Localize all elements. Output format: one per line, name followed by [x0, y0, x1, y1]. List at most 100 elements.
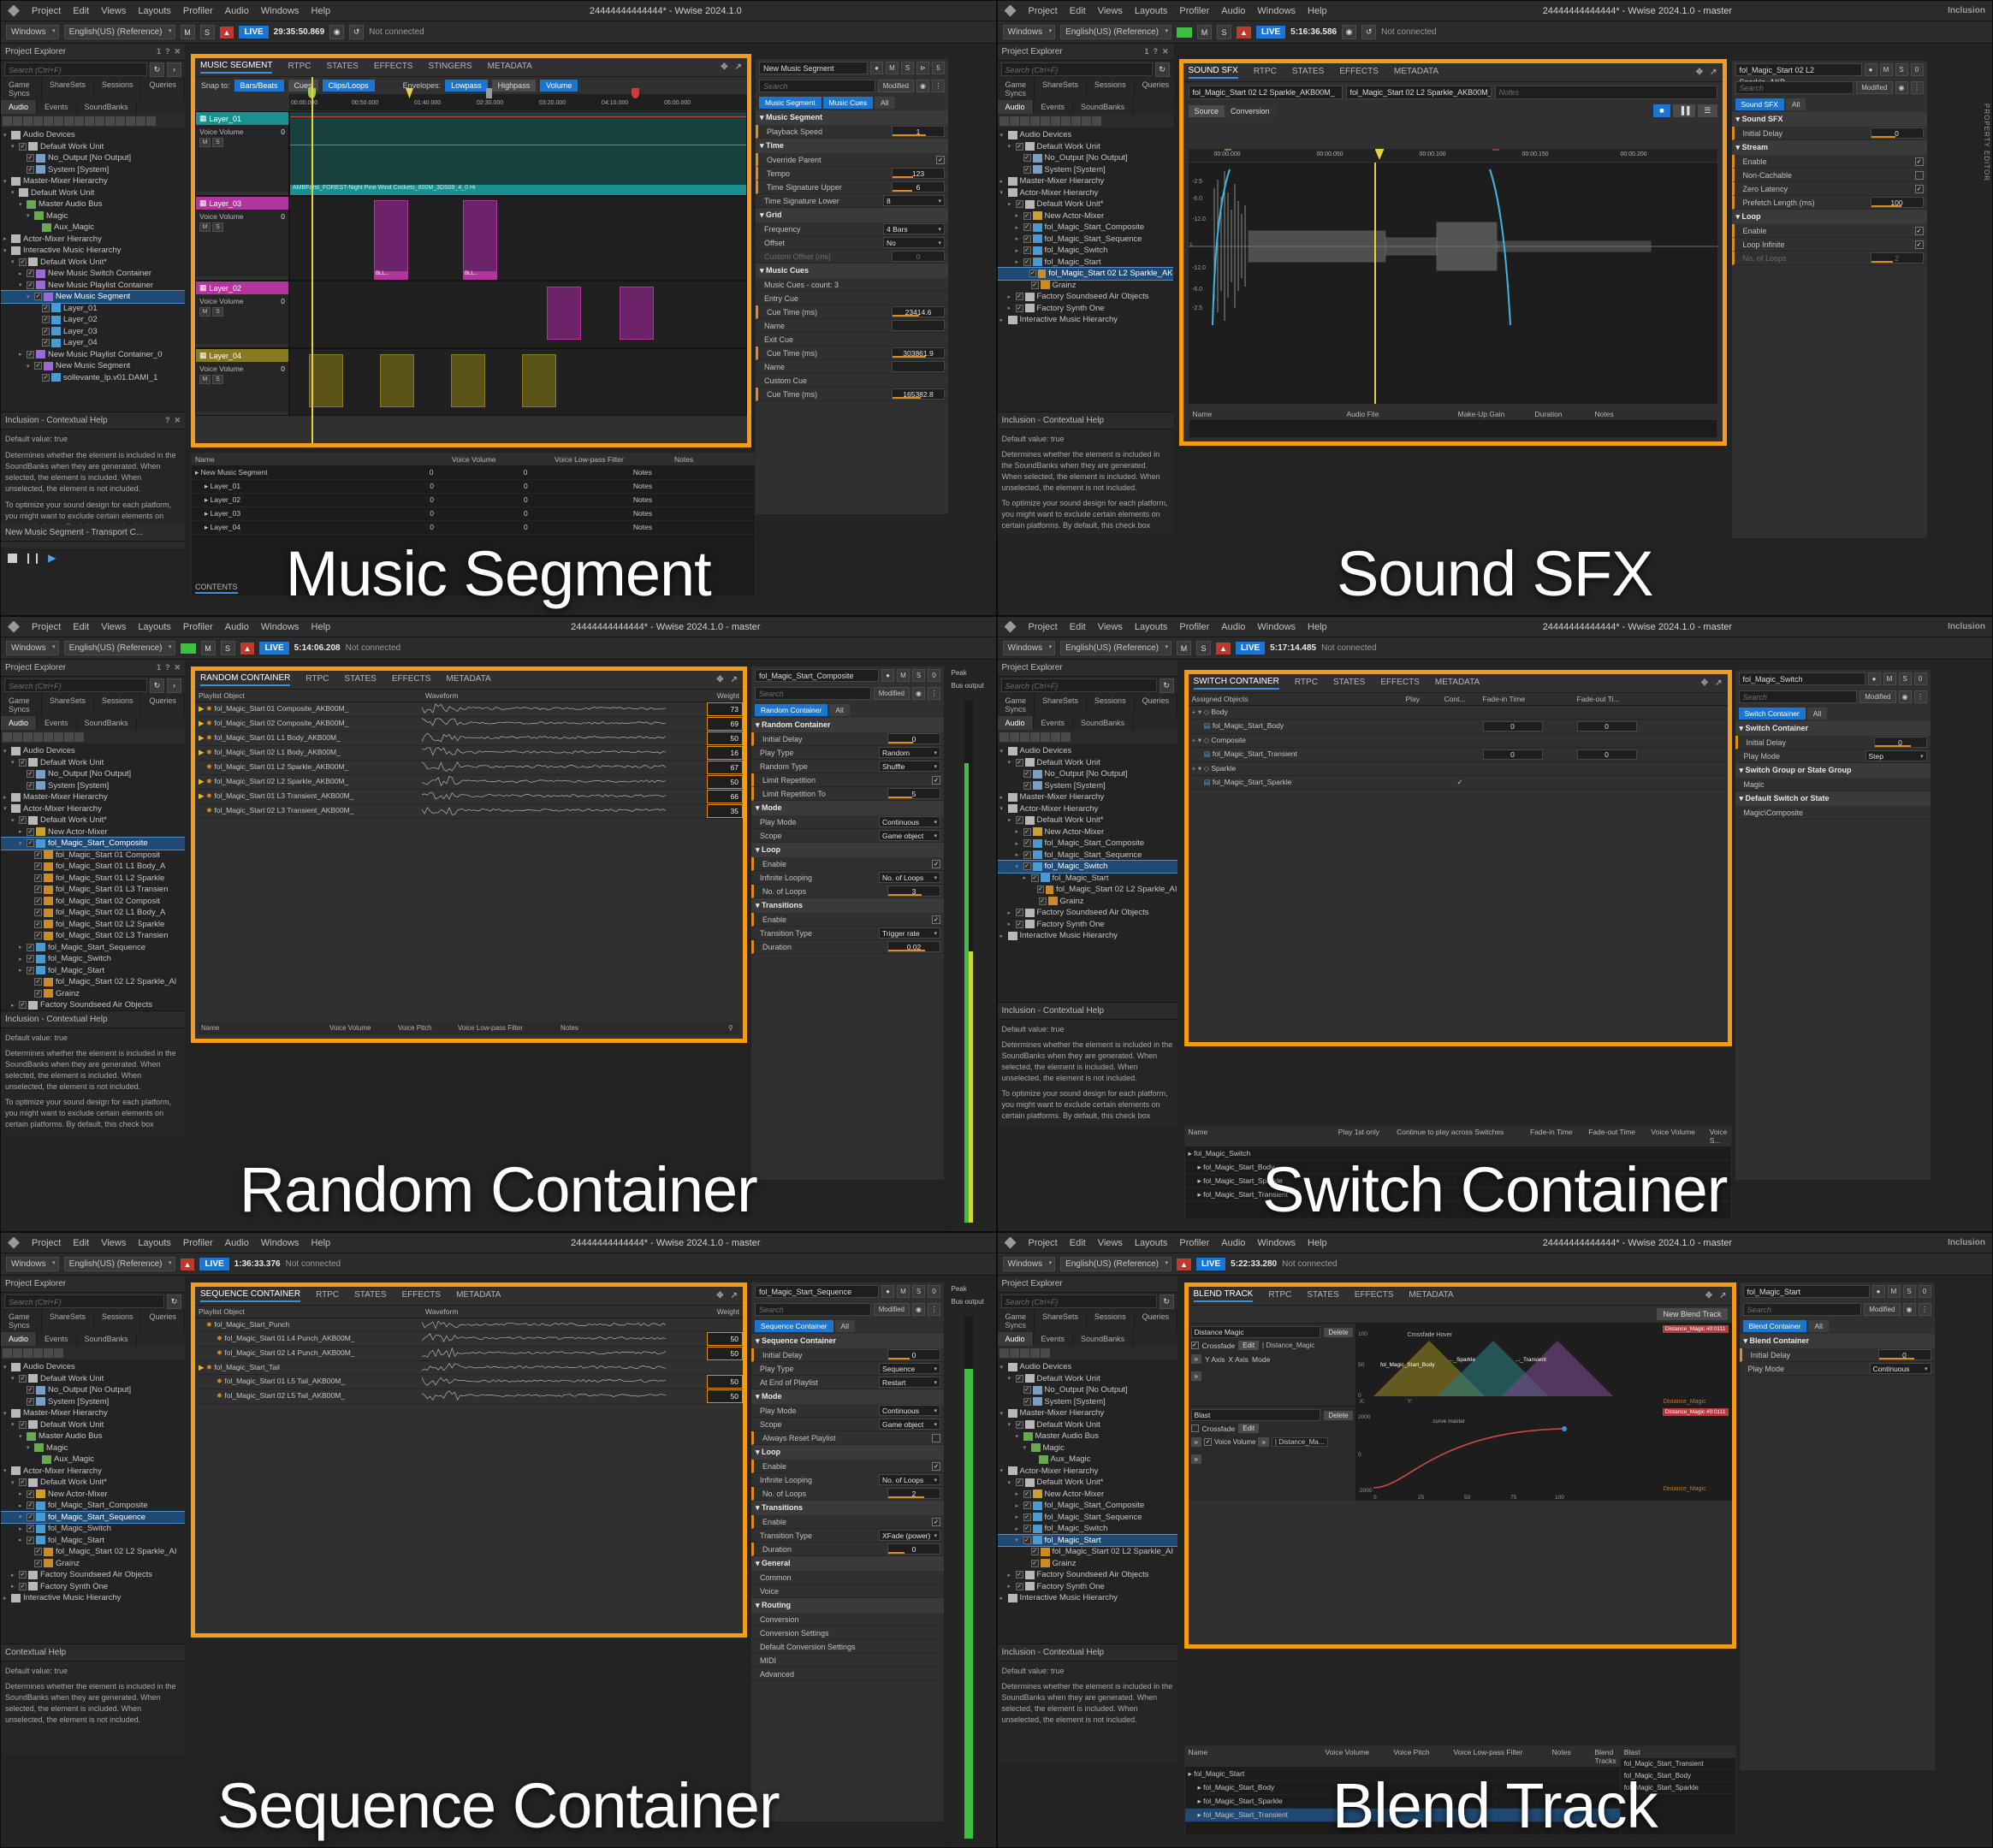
- tab-events[interactable]: Events: [1034, 716, 1074, 730]
- more-options-icon[interactable]: ⋮: [928, 687, 940, 700]
- play-arrow-icon[interactable]: ▶: [199, 777, 206, 785]
- property-slider-fill[interactable]: [893, 356, 926, 358]
- property-value[interactable]: 0: [1878, 1349, 1931, 1360]
- chevron-right-icon[interactable]: ▸: [3, 794, 11, 801]
- chevron-right-icon[interactable]: ▸: [11, 1002, 19, 1009]
- platform-chip-icon[interactable]: ●: [870, 62, 883, 74]
- chevron-right-icon[interactable]: ▸: [1008, 1572, 1016, 1578]
- solo-chip[interactable]: S: [912, 669, 925, 682]
- property-group-default-switch-or-state[interactable]: ▾ Default Switch or State: [1735, 791, 1931, 806]
- inclusion-checkbox[interactable]: ✓: [1023, 1490, 1031, 1498]
- tree-item-interactive-music-hierarchy[interactable]: ▸ Interactive Music Hierarchy: [998, 1592, 1177, 1604]
- sfx-name-field[interactable]: fol_Magic_Start 02 L2 Sparkle_AKB00M_: [1189, 86, 1343, 99]
- search-input[interactable]: Search (Ctrl+F): [1001, 62, 1153, 76]
- platform-selector[interactable]: Windows: [1003, 641, 1056, 655]
- sequencecontainer-icon[interactable]: [44, 1348, 53, 1358]
- menu-help[interactable]: Help: [311, 6, 331, 16]
- property-value[interactable]: 303861.9: [892, 347, 945, 358]
- inclusion-checkbox[interactable]: ✓: [1023, 1386, 1031, 1394]
- tab-audio[interactable]: Audio: [998, 716, 1034, 730]
- inclusion-checkbox[interactable]: ✓: [27, 1490, 34, 1498]
- playlist-weight[interactable]: 50: [707, 775, 743, 789]
- close-icon[interactable]: ✕: [1162, 47, 1169, 56]
- property-value[interactable]: 2: [1871, 252, 1924, 264]
- chevron-right-icon[interactable]: ▸: [1016, 1502, 1023, 1509]
- tree-item-default-work-unit[interactable]: ▾ ✓ Default Work Unit: [1, 1373, 185, 1385]
- blend-track-1-mode[interactable]: Mode: [1252, 1355, 1270, 1364]
- inclusion-checkbox[interactable]: ✓: [34, 1560, 42, 1567]
- chevron-down-icon[interactable]: ▾: [1008, 143, 1016, 150]
- lane-header-4[interactable]: ▦ Layer_04: [196, 349, 288, 362]
- clip-area-4[interactable]: [289, 348, 747, 416]
- tree-item-audio-devices[interactable]: ▾ Audio Devices: [1, 129, 185, 141]
- menu-views[interactable]: Views: [1098, 622, 1123, 632]
- mute-button[interactable]: M: [201, 641, 216, 655]
- tab-effects[interactable]: EFFECTS: [402, 1290, 442, 1301]
- chevron-down-icon[interactable]: ▾: [1016, 863, 1023, 870]
- tree-item-no-output-no-output[interactable]: ✓ No_Output [No Output]: [998, 152, 1173, 164]
- property-group-music-segment[interactable]: ▾ Music Segment: [756, 110, 948, 125]
- more-options-icon[interactable]: ⋮: [1911, 81, 1924, 94]
- inclusion-checkbox[interactable]: ✓: [1023, 1537, 1031, 1544]
- inclusion-checkbox[interactable]: ✓: [34, 990, 42, 998]
- tab-rtpc[interactable]: RTPC: [1268, 1290, 1291, 1301]
- assigned-rows-switch[interactable]: + ▾ ◇ Body ▤ fol_Magic_Start_Body 0 0 + ▾ ◇ …: [1189, 706, 1728, 790]
- table-row[interactable]: ▸ New Music Segment 0 0 Notes: [192, 466, 755, 480]
- chevron-down-icon[interactable]: ▾: [19, 281, 27, 288]
- platform-chip-icon[interactable]: ●: [881, 669, 894, 682]
- clip-area-1[interactable]: AMBForst_FOREST-Night Pine Wind Crickets…: [289, 111, 747, 196]
- menu-audio[interactable]: Audio: [1221, 622, 1245, 632]
- property-group-grid[interactable]: ▾ Grid: [756, 208, 948, 222]
- tree-item-fol-magic-start-02-l1-body-a[interactable]: ✓ fol_Magic_Start 02 L1 Body_A: [1, 907, 185, 919]
- chevron-right-icon[interactable]: ▸: [19, 967, 27, 974]
- chevron-down-icon[interactable]: ▾: [1008, 759, 1016, 766]
- chevron-down-icon[interactable]: ▾: [1008, 1479, 1016, 1486]
- assigned-cont-checkbox[interactable]: [1441, 720, 1480, 733]
- inclusion-checkbox[interactable]: ✓: [42, 305, 50, 312]
- chevron-down-icon[interactable]: ▾: [3, 805, 11, 812]
- mute-button[interactable]: M: [1177, 641, 1191, 655]
- checkbox[interactable]: ✓: [1456, 778, 1462, 787]
- project-tree-sfx[interactable]: ▾ Audio Devices ▾ ✓ Default Work Unit ✓ No_Out…: [998, 127, 1173, 328]
- inclusion-checkbox[interactable]: ✓: [1016, 759, 1023, 767]
- clip-4d[interactable]: [522, 354, 556, 407]
- tree-item-default-work-unit[interactable]: ▾ ✓ Default Work Unit: [998, 1373, 1177, 1385]
- chevron-down-icon[interactable]: ▾: [3, 1364, 11, 1371]
- playlist-rows-random[interactable]: ▶ ✸ fol_Magic_Start 01 Composite_AKB00M_…: [195, 702, 743, 819]
- tree-item-sollevante-lp-v01-dami-1[interactable]: ✓ sollevante_lp.v01.DAMI_1: [1, 372, 185, 384]
- tree-item-audio-devices[interactable]: ▾ Audio Devices: [1, 1361, 185, 1373]
- property-group-routing[interactable]: ▾ Routing: [751, 1598, 944, 1613]
- filter-all[interactable]: All: [1807, 708, 1827, 720]
- chevron-down-icon[interactable]: ▾: [27, 212, 34, 219]
- blendcontainer-icon[interactable]: [64, 732, 74, 742]
- tree-item-no-output-no-output[interactable]: ✓ No_Output [No Output]: [1, 768, 185, 780]
- tab-states[interactable]: STATES: [1307, 1290, 1338, 1301]
- volume-envelope-line[interactable]: [290, 116, 746, 117]
- menu-windows[interactable]: Windows: [261, 622, 300, 632]
- property-value[interactable]: 0: [887, 1543, 940, 1555]
- property-value[interactable]: 4 Bars: [883, 223, 945, 234]
- play-arrow-icon[interactable]: ▶: [209, 1334, 217, 1342]
- inclusion-checkbox[interactable]: ✓: [1039, 897, 1047, 905]
- switchcontainer-icon[interactable]: [64, 116, 74, 126]
- property-checkbox[interactable]: ✓: [932, 915, 940, 924]
- lane-solo-2[interactable]: S: [212, 222, 223, 232]
- tab-audio[interactable]: Audio: [1, 716, 37, 730]
- tab-metadata[interactable]: METADATA: [446, 674, 490, 685]
- property-slider-fill[interactable]: [893, 134, 926, 136]
- solo-chip[interactable]: S: [1903, 1285, 1916, 1298]
- inclusion-checkbox[interactable]: ✓: [27, 281, 34, 289]
- inclusion-checkbox[interactable]: ✓: [27, 782, 34, 790]
- property-group-mode[interactable]: ▾ Mode: [751, 1389, 944, 1404]
- tree-item-default-work-unit[interactable]: ▾ ✓ Default Work Unit*: [998, 198, 1173, 210]
- profiler-icon[interactable]: ▲: [181, 1259, 195, 1270]
- chevron-right-icon[interactable]: ▸: [11, 1583, 19, 1590]
- popout-icon[interactable]: ↗: [731, 675, 738, 684]
- tree-item-master-audio-bus[interactable]: ▾ Master Audio Bus: [998, 1430, 1177, 1442]
- tab-events[interactable]: Events: [1034, 100, 1074, 114]
- folder-icon[interactable]: [1010, 116, 1019, 126]
- tab-effects[interactable]: EFFECTS: [1380, 678, 1420, 689]
- menu-edit[interactable]: Edit: [73, 6, 89, 16]
- chevron-right-icon[interactable]: ▸: [19, 1502, 27, 1509]
- workunit-icon[interactable]: [1020, 116, 1029, 126]
